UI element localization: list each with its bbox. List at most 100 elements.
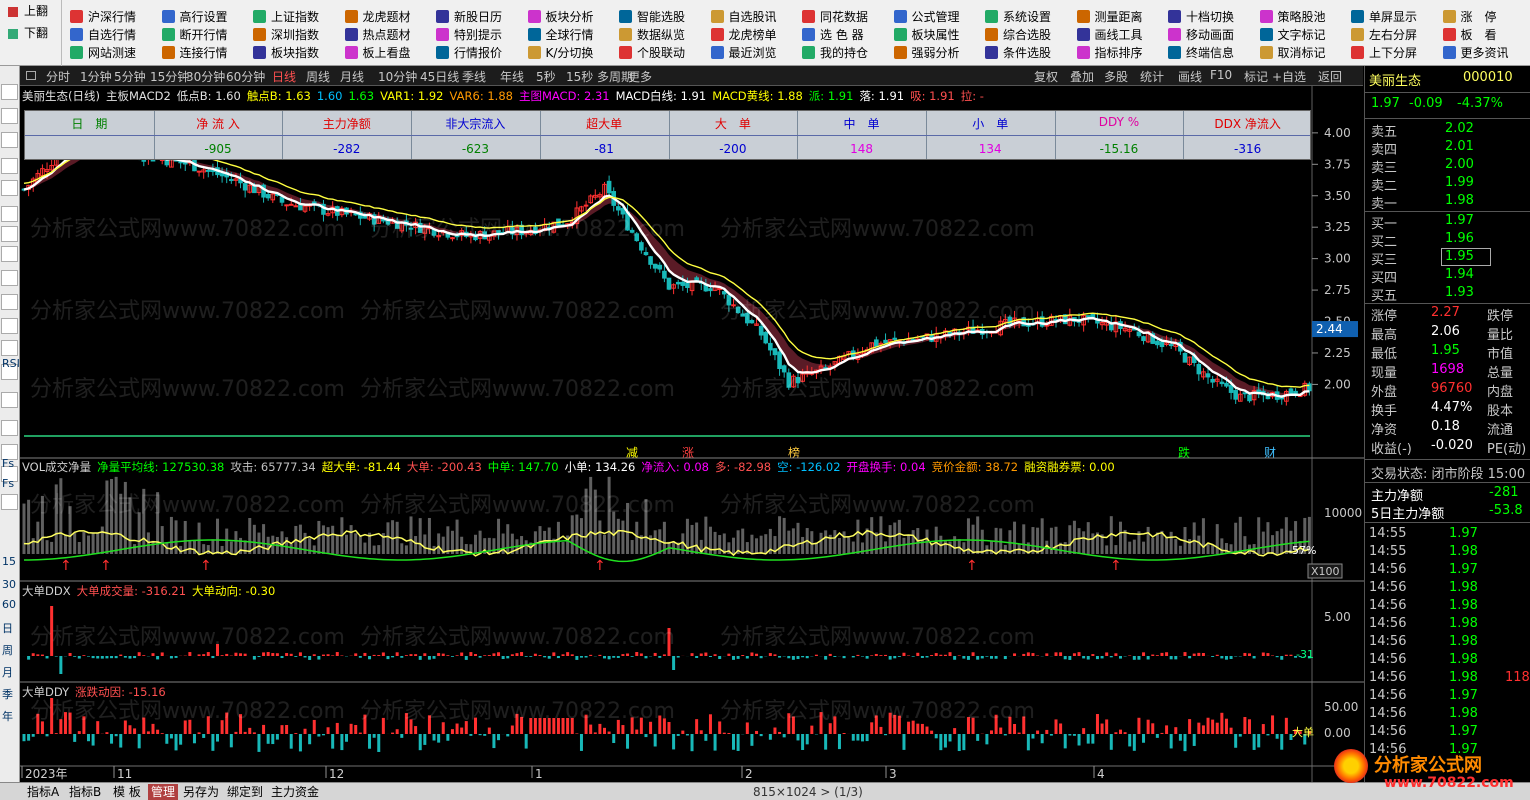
toolbar-button[interactable]: 板块指数 [253, 44, 345, 62]
side-tool-button[interactable] [1, 108, 18, 124]
indicator-name[interactable]: VOL成交净量 [22, 460, 91, 474]
toolbar-button[interactable]: 深圳指数 [253, 26, 345, 44]
toolbar-button[interactable]: 我的持仓 [802, 44, 894, 62]
toolbar-button[interactable]: 涨 停 [1442, 8, 1530, 26]
side-tool-label[interactable]: 年 [2, 708, 13, 724]
indicator-name[interactable]: 主板MACD2 [106, 89, 171, 103]
side-tool-button[interactable] [1, 206, 18, 222]
toolbar-button[interactable]: 沪深行情 [70, 8, 162, 26]
toolbar-button[interactable]: 策略股池 [1259, 8, 1352, 26]
toolbar-button[interactable]: 特别提示 [436, 26, 528, 44]
toolbar-button[interactable]: 条件选股 [985, 44, 1077, 62]
period-tab[interactable]: 年线 [500, 68, 524, 85]
chart-tool-button[interactable]: 统计 [1140, 68, 1164, 85]
chart-tool-button[interactable]: 返回 [1318, 68, 1342, 85]
toolbar-button[interactable]: 上证指数 [253, 8, 345, 26]
toolbar-button[interactable]: 单屏显示 [1351, 8, 1443, 26]
toolbar-button[interactable]: 全球行情 [527, 26, 620, 44]
side-tool-button[interactable] [1, 84, 18, 100]
bottom-tab[interactable]: 绑定到 [224, 784, 266, 800]
toolbar-button[interactable]: K/分切换 [527, 44, 620, 62]
period-tab[interactable]: 45日线 [420, 68, 459, 85]
toolbar-button[interactable]: 画线工具 [1076, 26, 1169, 44]
period-tab[interactable]: 5分钟 [114, 68, 146, 85]
toolbar-button[interactable]: 公式管理 [893, 8, 986, 26]
side-tool-button[interactable] [1, 180, 18, 196]
toolbar-button[interactable]: 选 色 器 [802, 26, 894, 44]
toolbar-button[interactable]: 最近浏览 [710, 44, 803, 62]
side-tool-button[interactable] [1, 294, 18, 310]
period-menu-icon[interactable] [26, 71, 36, 80]
toolbar-button[interactable]: 网站测速 [70, 44, 162, 62]
bottom-tab[interactable]: 主力资金 [268, 784, 322, 800]
side-tool-button[interactable] [1, 392, 18, 408]
side-tool-label[interactable]: 60 [2, 598, 16, 611]
toolbar-button[interactable]: 板上看盘 [344, 44, 437, 62]
side-tool-button[interactable] [1, 270, 18, 286]
chart-tool-button[interactable]: 多股 [1104, 68, 1128, 85]
toolbar-button[interactable]: 板 看 [1442, 26, 1530, 44]
toolbar-button[interactable]: 上下分屏 [1351, 44, 1443, 62]
period-tab[interactable]: 日线 [272, 68, 296, 85]
period-tab[interactable]: 季线 [462, 68, 486, 85]
chart-tool-button[interactable]: F10 [1210, 68, 1232, 82]
side-tool-label[interactable]: 15 [2, 555, 16, 568]
side-tool-label[interactable]: RSI [2, 357, 20, 370]
bottom-tab[interactable]: 模 板 [110, 784, 144, 800]
side-tool-label[interactable]: Fs [2, 477, 14, 490]
period-tab[interactable]: 月线 [340, 68, 364, 85]
toolbar-button[interactable]: 新股日历 [436, 8, 528, 26]
side-tool-button[interactable] [1, 318, 18, 334]
side-tool-label[interactable]: 30 [2, 578, 16, 591]
period-tab[interactable]: 15秒 [566, 68, 593, 85]
period-tab[interactable]: 30分钟 [186, 68, 225, 85]
toolbar-button[interactable]: 终端信息 [1168, 44, 1260, 62]
period-tab[interactable]: 15分钟 [150, 68, 189, 85]
chart-tool-button[interactable]: 复权 [1034, 68, 1058, 85]
toolbar-button[interactable]: 十档切换 [1168, 8, 1260, 26]
toolbar-button[interactable]: 强弱分析 [893, 44, 986, 62]
toolbar-button[interactable]: 系统设置 [985, 8, 1077, 26]
toolbar-button[interactable]: 数据纵览 [619, 26, 711, 44]
side-tool-label[interactable]: 季 [2, 686, 13, 702]
side-tool-label[interactable]: 周 [2, 642, 13, 658]
period-tab[interactable]: 5秒 [536, 68, 556, 85]
side-tool-button[interactable] [1, 420, 18, 436]
toolbar-button[interactable]: 综合选股 [985, 26, 1077, 44]
toolbar-button[interactable]: 文字标记 [1259, 26, 1352, 44]
toolbar-button[interactable]: 更多资讯 [1442, 44, 1530, 62]
toolbar-button[interactable]: 测量距离 [1076, 8, 1169, 26]
toolbar-button[interactable]: 个股联动 [619, 44, 711, 62]
toolbar-button[interactable]: 行情报价 [436, 44, 528, 62]
side-tool-button[interactable] [1, 226, 18, 242]
toolbar-button[interactable]: 同花数据 [802, 8, 894, 26]
toolbar-button[interactable]: 指标排序 [1076, 44, 1169, 62]
side-tool-label[interactable]: Fs [2, 457, 14, 470]
toolbar-button[interactable]: 智能选股 [619, 8, 711, 26]
nav-page-down-button[interactable]: 下翻 [0, 22, 61, 44]
toolbar-button[interactable]: 龙虎榜单 [710, 26, 803, 44]
chart-tool-button[interactable]: 画线 [1178, 68, 1202, 85]
side-tool-button[interactable] [1, 158, 18, 174]
side-tool-button[interactable] [1, 340, 18, 356]
toolbar-button[interactable]: 左右分屏 [1351, 26, 1443, 44]
side-tool-button[interactable] [1, 246, 18, 262]
chart-tool-button[interactable]: 叠加 [1070, 68, 1094, 85]
side-tool-label[interactable]: 日 [2, 620, 13, 636]
indicator-name[interactable]: 大单DDY [22, 685, 69, 699]
bottom-tab[interactable]: 指标B [66, 784, 104, 800]
chart-tool-button[interactable]: 标记 [1244, 68, 1268, 85]
toolbar-button[interactable]: 移动画面 [1168, 26, 1260, 44]
toolbar-button[interactable]: 板块分析 [527, 8, 620, 26]
toolbar-button[interactable]: 高行设置 [161, 8, 254, 26]
toolbar-button[interactable]: 断开行情 [161, 26, 254, 44]
toolbar-button[interactable]: 热点题材 [344, 26, 437, 44]
chart-tool-button[interactable]: +自选 [1272, 68, 1306, 85]
bottom-tab[interactable]: 指标A [24, 784, 62, 800]
period-tab[interactable]: 60分钟 [226, 68, 265, 85]
period-tab[interactable]: 分时 [46, 68, 70, 85]
toolbar-button[interactable]: 取消标记 [1259, 44, 1352, 62]
side-tool-button[interactable] [1, 494, 18, 510]
period-tab[interactable]: 1分钟 [80, 68, 112, 85]
toolbar-button[interactable]: 龙虎题材 [344, 8, 437, 26]
